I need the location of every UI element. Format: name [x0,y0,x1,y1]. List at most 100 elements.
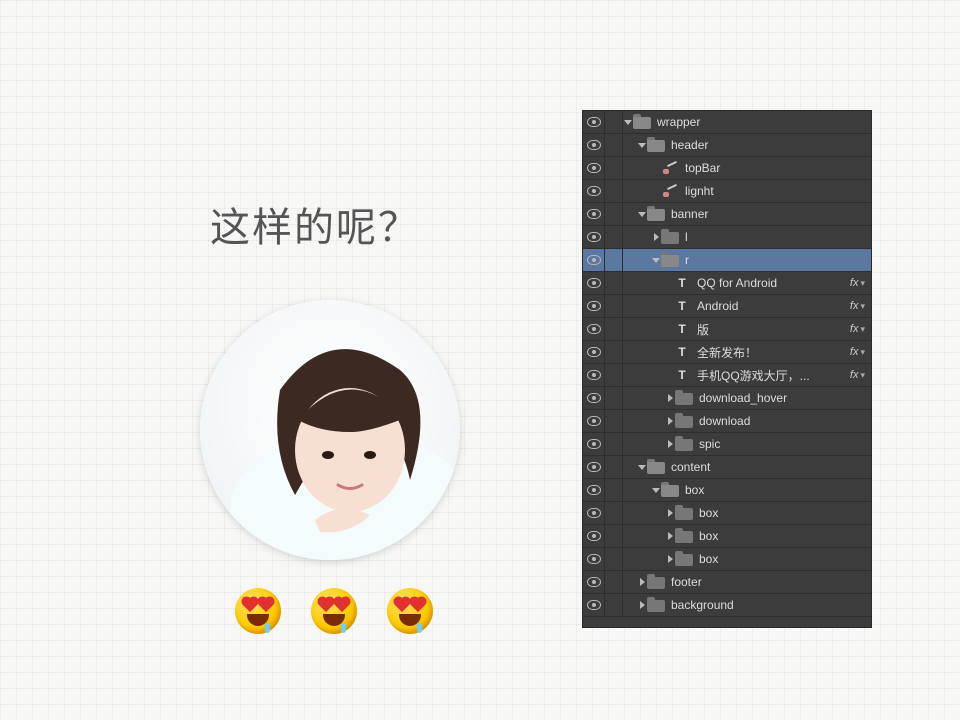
chevron-down-icon[interactable]: ▾ [860,301,865,312]
lock-column[interactable] [605,295,623,317]
layer-content[interactable]: wrapper [623,115,871,129]
visibility-eye-icon[interactable] [583,272,605,294]
chevron-down-icon[interactable]: ▾ [860,324,865,335]
layer-content[interactable]: banner [623,207,871,221]
disclosure-triangle-icon[interactable] [651,233,661,241]
fx-badge[interactable]: fx [850,346,859,358]
visibility-eye-icon[interactable] [583,548,605,570]
visibility-eye-icon[interactable] [583,502,605,524]
disclosure-triangle-icon[interactable] [637,578,647,586]
layer-row[interactable]: TAndroidfx▾ [583,295,871,318]
lock-column[interactable] [605,203,623,225]
visibility-eye-icon[interactable] [583,111,605,133]
lock-column[interactable] [605,502,623,524]
layer-name[interactable]: box [685,483,867,497]
layer-name[interactable]: spic [699,437,867,451]
disclosure-triangle-icon[interactable] [637,143,647,148]
disclosure-triangle-icon[interactable] [665,417,675,425]
layer-content[interactable]: box [623,506,871,520]
layer-row[interactable]: header [583,134,871,157]
lock-column[interactable] [605,111,623,133]
lock-column[interactable] [605,180,623,202]
visibility-eye-icon[interactable] [583,157,605,179]
lock-column[interactable] [605,226,623,248]
layer-content[interactable]: r [623,253,871,267]
layer-name[interactable]: l [685,230,867,244]
lock-column[interactable] [605,410,623,432]
disclosure-triangle-icon[interactable] [651,258,661,263]
visibility-eye-icon[interactable] [583,341,605,363]
layer-name[interactable]: download [699,414,867,428]
lock-column[interactable] [605,249,623,271]
fx-badge[interactable]: fx [850,300,859,312]
layer-name[interactable]: QQ for Android [697,276,850,290]
layer-name[interactable]: 全新发布！ [697,344,850,361]
lock-column[interactable] [605,364,623,386]
disclosure-triangle-icon[interactable] [665,532,675,540]
lock-column[interactable] [605,433,623,455]
layer-row[interactable]: l [583,226,871,249]
visibility-eye-icon[interactable] [583,479,605,501]
layer-content[interactable]: footer [623,575,871,589]
layer-content[interactable]: l [623,230,871,244]
disclosure-triangle-icon[interactable] [637,212,647,217]
layer-name[interactable]: box [699,506,867,520]
visibility-eye-icon[interactable] [583,387,605,409]
lock-column[interactable] [605,548,623,570]
layer-row[interactable]: box [583,502,871,525]
fx-badge[interactable]: fx [850,369,859,381]
visibility-eye-icon[interactable] [583,364,605,386]
layer-row[interactable]: T版fx▾ [583,318,871,341]
layer-name[interactable]: 版 [697,321,850,338]
visibility-eye-icon[interactable] [583,134,605,156]
lock-column[interactable] [605,525,623,547]
layer-name[interactable]: banner [671,207,867,221]
layer-content[interactable]: lignht [623,184,871,198]
disclosure-triangle-icon[interactable] [665,555,675,563]
layer-row[interactable]: T全新发布！fx▾ [583,341,871,364]
lock-column[interactable] [605,387,623,409]
layer-content[interactable]: T全新发布！fx▾ [623,344,871,361]
layer-name[interactable]: content [671,460,867,474]
layer-content[interactable]: download_hover [623,391,871,405]
disclosure-triangle-icon[interactable] [665,394,675,402]
layer-content[interactable]: TQQ for Androidfx▾ [623,276,871,290]
visibility-eye-icon[interactable] [583,594,605,616]
lock-column[interactable] [605,272,623,294]
layer-content[interactable]: background [623,598,871,612]
layer-content[interactable]: topBar [623,161,871,175]
disclosure-triangle-icon[interactable] [651,488,661,493]
chevron-down-icon[interactable]: ▾ [860,278,865,289]
lock-column[interactable] [605,157,623,179]
layer-row[interactable]: banner [583,203,871,226]
layer-name[interactable]: r [685,253,867,267]
visibility-eye-icon[interactable] [583,456,605,478]
fx-badge[interactable]: fx [850,323,859,335]
layer-name[interactable]: lignht [685,184,867,198]
layer-row[interactable]: TQQ for Androidfx▾ [583,272,871,295]
lock-column[interactable] [605,341,623,363]
fx-badge[interactable]: fx [850,277,859,289]
visibility-eye-icon[interactable] [583,226,605,248]
visibility-eye-icon[interactable] [583,180,605,202]
visibility-eye-icon[interactable] [583,410,605,432]
layer-row[interactable]: topBar [583,157,871,180]
visibility-eye-icon[interactable] [583,249,605,271]
layers-panel[interactable]: wrapper header topBar lignht banner lr TQQ for… [582,110,872,628]
lock-column[interactable] [605,571,623,593]
layer-row[interactable]: r [583,249,871,272]
lock-column[interactable] [605,479,623,501]
layer-row[interactable]: spic [583,433,871,456]
layer-content[interactable]: T手机QQ游戏大厅，...fx▾ [623,367,871,384]
layer-content[interactable]: box [623,483,871,497]
layer-content[interactable]: TAndroidfx▾ [623,299,871,313]
layer-name[interactable]: footer [671,575,867,589]
disclosure-triangle-icon[interactable] [637,601,647,609]
disclosure-triangle-icon[interactable] [637,465,647,470]
layer-name[interactable]: Android [697,299,850,313]
disclosure-triangle-icon[interactable] [623,120,633,125]
visibility-eye-icon[interactable] [583,295,605,317]
visibility-eye-icon[interactable] [583,433,605,455]
lock-column[interactable] [605,318,623,340]
layer-row[interactable]: background [583,594,871,617]
